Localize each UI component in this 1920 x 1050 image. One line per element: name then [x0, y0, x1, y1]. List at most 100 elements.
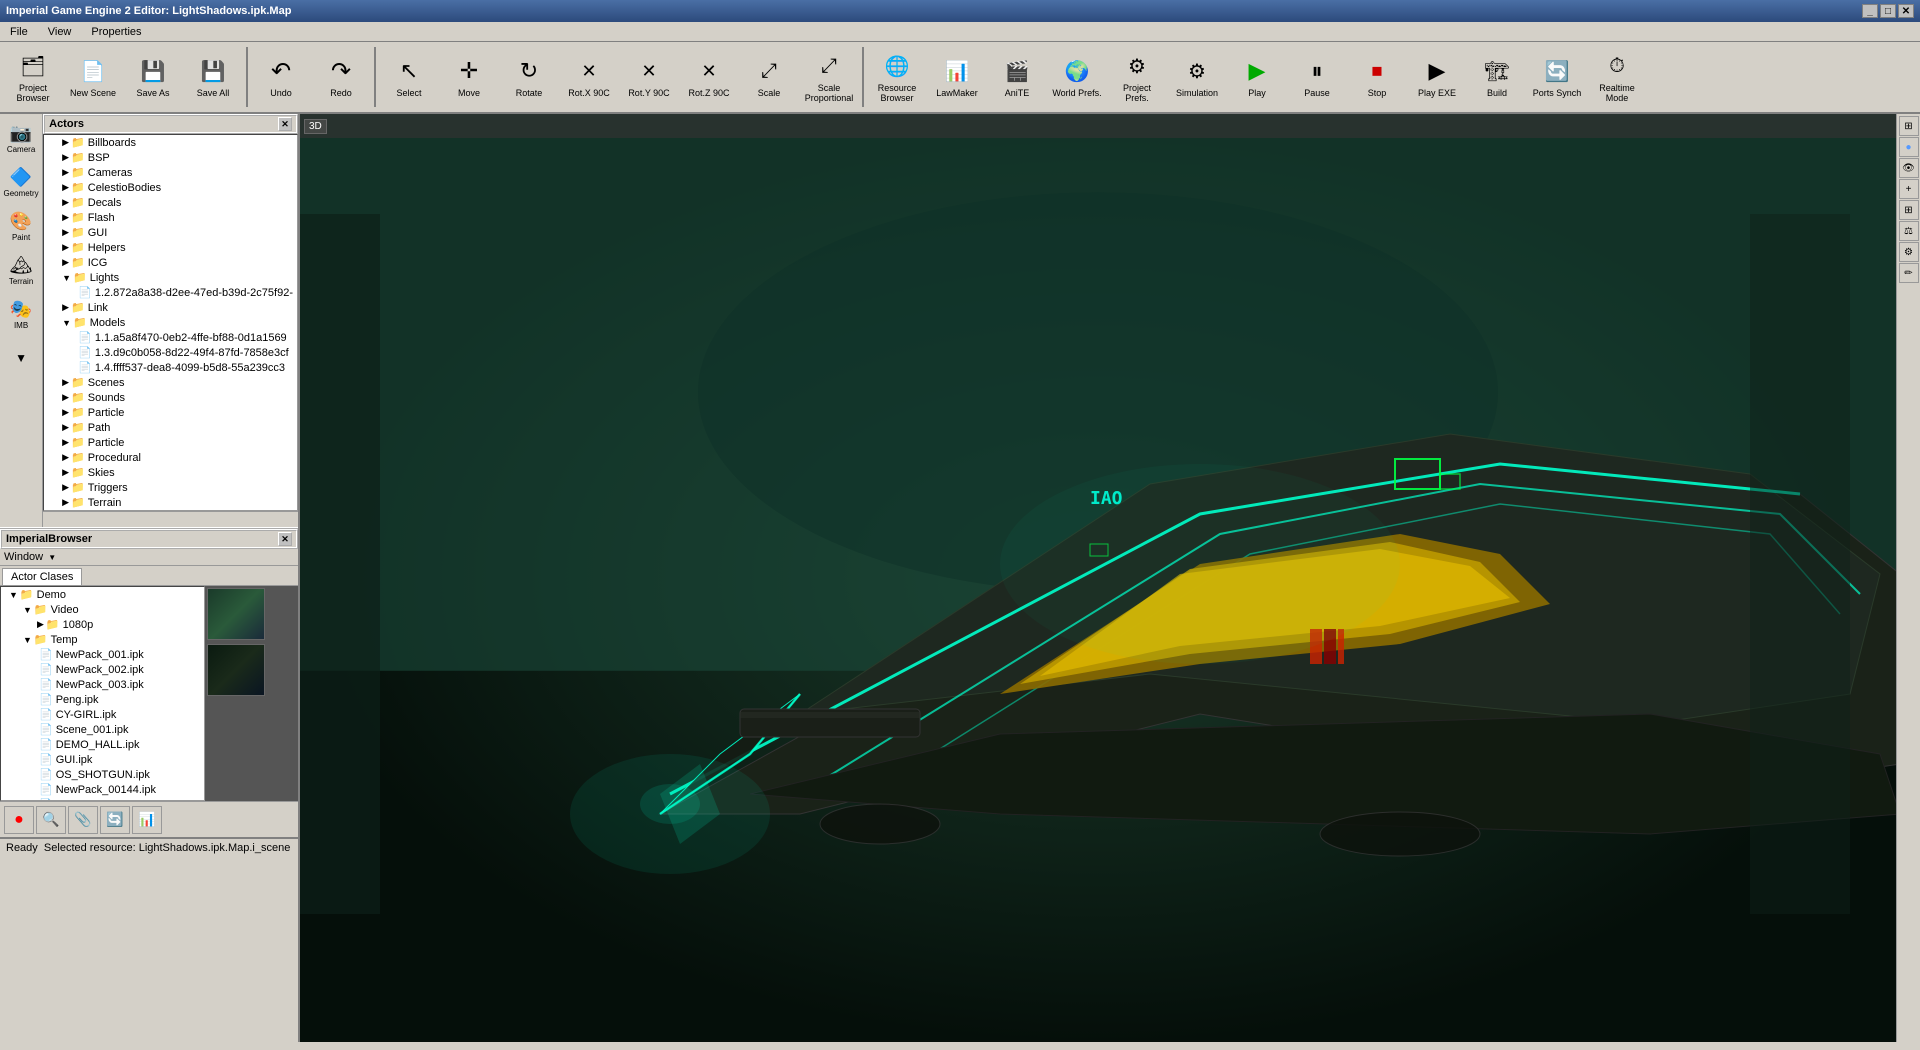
imperial-tree-item-cy-girl[interactable]: 📄CY-GIRL.ipk	[1, 707, 204, 722]
rt-grid[interactable]: ⊞	[1899, 200, 1919, 220]
rt-settings[interactable]: ⚙	[1899, 242, 1919, 262]
tab-actor-classes[interactable]: Actor Clases	[2, 568, 82, 585]
close-button[interactable]: ✕	[1898, 4, 1914, 18]
actors-tree-item-sounds[interactable]: ▶ 📁Sounds	[44, 390, 297, 405]
actors-tree-item-icg[interactable]: ▶ 📁ICG	[44, 255, 297, 270]
actors-tree-item-decals[interactable]: ▶ 📁Decals	[44, 195, 297, 210]
save-as-button[interactable]: 💾 Save As	[124, 44, 182, 110]
actors-tree-item-lights-guid[interactable]: 📄1.2.872a8a38-d2ee-47ed-b39d-2c75f92-	[44, 285, 297, 300]
play-button[interactable]: ▶ Play	[1228, 44, 1286, 110]
actors-tree-item-helpers[interactable]: ▶ 📁Helpers	[44, 240, 297, 255]
redo-button[interactable]: ↷ Redo	[312, 44, 370, 110]
imperial-tree-item-os-shotgun[interactable]: 📄OS_SHOTGUN.ipk	[1, 767, 204, 782]
imperial-tree-item-peng[interactable]: 📄Peng.ipk	[1, 692, 204, 707]
actors-tree[interactable]: ▶ 📁Billboards▶ 📁BSP▶ 📁Cameras▶ 📁Celestio…	[43, 134, 298, 511]
rt-brush[interactable]: ✏	[1899, 263, 1919, 283]
rt-perspective[interactable]: ⊞	[1899, 116, 1919, 136]
imperial-tree-item-temp[interactable]: ▼ 📁Temp	[1, 632, 204, 647]
actors-tree-item-billboards[interactable]: ▶ 📁Billboards	[44, 135, 297, 150]
actors-tree-item-models[interactable]: ▼ 📁Models	[44, 315, 297, 330]
anite-button[interactable]: 🎬 AniTE	[988, 44, 1046, 110]
imperial-window-dropdown[interactable]: ▼	[48, 553, 56, 562]
actors-tree-item-models-3[interactable]: 📄1.4.ffff537-dea8-4099-b5d8-55a239cc3	[44, 360, 297, 375]
imperial-browser-tree[interactable]: ▼ 📁Demo▼ 📁Video▶ 📁1080p▼ 📁Temp 📄NewPack_…	[0, 586, 205, 801]
imperial-tree-item-video[interactable]: ▼ 📁Video	[1, 602, 204, 617]
scale-prop-button[interactable]: ⤢ Scale Proportional	[800, 44, 858, 110]
scale-button[interactable]: ⤢ Scale	[740, 44, 798, 110]
imperial-tree-item-newpack002[interactable]: 📄NewPack_002.ipk	[1, 662, 204, 677]
rotate-button[interactable]: ↻ Rotate	[500, 44, 558, 110]
rot-y-button[interactable]: ✕ Rot.Y 90C	[620, 44, 678, 110]
rot-x-button[interactable]: ✕ Rot.X 90C	[560, 44, 618, 110]
actors-tree-item-scenes[interactable]: ▶ 📁Scenes	[44, 375, 297, 390]
rot-z-button[interactable]: ✕ Rot.Z 90C	[680, 44, 738, 110]
actors-tree-item-flash[interactable]: ▶ 📁Flash	[44, 210, 297, 225]
actors-tree-item-lights[interactable]: ▼ 📁Lights	[44, 270, 297, 285]
realtime-mode-button[interactable]: ⏱ Realtime Mode	[1588, 44, 1646, 110]
menu-view[interactable]: View	[42, 24, 78, 40]
lawmaker-button[interactable]: 📊 LawMaker	[928, 44, 986, 110]
rt-plus[interactable]: +	[1899, 179, 1919, 199]
rt-measure[interactable]: ⚖	[1899, 221, 1919, 241]
imp-btn-chart[interactable]: 📊	[132, 806, 162, 834]
imperial-tree-item-newpack001[interactable]: 📄NewPack_001.ipk	[1, 647, 204, 662]
imperial-tree-item-1080p[interactable]: ▶ 📁1080p	[1, 617, 204, 632]
viewport[interactable]: IAO	[300, 114, 1896, 1042]
imperial-tree-item-demo-hall[interactable]: 📄DEMO_HALL.ipk	[1, 737, 204, 752]
pause-button[interactable]: ⏸ Pause	[1288, 44, 1346, 110]
rt-circle[interactable]: ●	[1899, 137, 1919, 157]
build-button[interactable]: 🏗 Build	[1468, 44, 1526, 110]
imp-btn-red[interactable]: ●	[4, 806, 34, 834]
resource-browser-button[interactable]: 🌐 Resource Browser	[868, 44, 926, 110]
actors-tree-item-cameras[interactable]: ▶ 📁Cameras	[44, 165, 297, 180]
imb-actor-button[interactable]: 🎭 IMB	[2, 294, 40, 334]
actors-tree-item-link[interactable]: ▶ 📁Link	[44, 300, 297, 315]
viewport-mode-3d[interactable]: 3D	[304, 119, 327, 134]
actors-tree-item-gui[interactable]: ▶ 📁GUI	[44, 225, 297, 240]
actors-tree-item-triggers[interactable]: ▶ 📁Triggers	[44, 480, 297, 495]
imp-btn-search[interactable]: 🔍	[36, 806, 66, 834]
simulation-button[interactable]: ⚙ Simulation	[1168, 44, 1226, 110]
imperial-tree-item-gui[interactable]: 📄GUI.ipk	[1, 752, 204, 767]
project-browser-button[interactable]: 🗂 Project Browser	[4, 44, 62, 110]
actors-tree-item-models-1[interactable]: 📄1.1.a5a8f470-0eb2-4ffe-bf88-0d1a1569	[44, 330, 297, 345]
actors-tree-item-path[interactable]: ▶ 📁Path	[44, 420, 297, 435]
imperial-tree-item-newpack003[interactable]: 📄NewPack_003.ipk	[1, 677, 204, 692]
menu-file[interactable]: File	[4, 24, 34, 40]
actors-tree-item-skies[interactable]: ▶ 📁Skies	[44, 465, 297, 480]
actors-close-button[interactable]: ✕	[278, 117, 292, 131]
undo-button[interactable]: ↶ Undo	[252, 44, 310, 110]
imperial-tree-item-demo[interactable]: ▼ 📁Demo	[1, 587, 204, 602]
imperial-browser-close-button[interactable]: ✕	[278, 532, 292, 546]
expand-actor-button[interactable]: ▼	[2, 338, 40, 378]
imp-btn-refresh[interactable]: 🔄	[100, 806, 130, 834]
actors-tree-item-particle[interactable]: ▶ 📁Particle	[44, 405, 297, 420]
world-prefs-button[interactable]: 🌍 World Prefs.	[1048, 44, 1106, 110]
actors-tree-item-celestio-bodies[interactable]: ▶ 📁CelestioBodies	[44, 180, 297, 195]
maximize-button[interactable]: □	[1880, 4, 1896, 18]
titlebar-controls[interactable]: _ □ ✕	[1862, 4, 1914, 18]
actors-tree-item-models-2[interactable]: 📄1.3.d9c0b058-8d22-49f4-87fd-7858e3cf	[44, 345, 297, 360]
geometry-actor-button[interactable]: 🔷 Geometry	[2, 162, 40, 202]
imperial-tree-item-newpack00144[interactable]: 📄NewPack_00144.ipk	[1, 782, 204, 797]
actors-tree-item-terrain[interactable]: ▶ 📁Terrain	[44, 495, 297, 510]
move-button[interactable]: ✛ Move	[440, 44, 498, 110]
actors-tree-item-bsp[interactable]: ▶ 📁BSP	[44, 150, 297, 165]
new-scene-button[interactable]: 📄 New Scene	[64, 44, 122, 110]
camera-actor-button[interactable]: 📷 Camera	[2, 118, 40, 158]
stop-button[interactable]: ⏹ Stop	[1348, 44, 1406, 110]
terrain-actor-button[interactable]: 🏔 Terrain	[2, 250, 40, 290]
play-exe-button[interactable]: ▶ Play EXE	[1408, 44, 1466, 110]
paint-actor-button[interactable]: 🎨 Paint	[2, 206, 40, 246]
actors-tree-item-procedural[interactable]: ▶ 📁Procedural	[44, 450, 297, 465]
save-all-button[interactable]: 💾 Save All	[184, 44, 242, 110]
imp-btn-clip[interactable]: 📎	[68, 806, 98, 834]
imperial-tree-item-scene001[interactable]: 📄Scene_001.ipk	[1, 722, 204, 737]
rt-eye[interactable]: 👁	[1899, 158, 1919, 178]
actors-tree-item-particle2[interactable]: ▶ 📁Particle	[44, 435, 297, 450]
select-button[interactable]: ↖ Select	[380, 44, 438, 110]
project-prefs-button[interactable]: ⚙ Project Prefs.	[1108, 44, 1166, 110]
ports-synch-button[interactable]: 🔄 Ports Synch	[1528, 44, 1586, 110]
actors-hscroll[interactable]	[43, 511, 298, 527]
menu-properties[interactable]: Properties	[85, 24, 147, 40]
